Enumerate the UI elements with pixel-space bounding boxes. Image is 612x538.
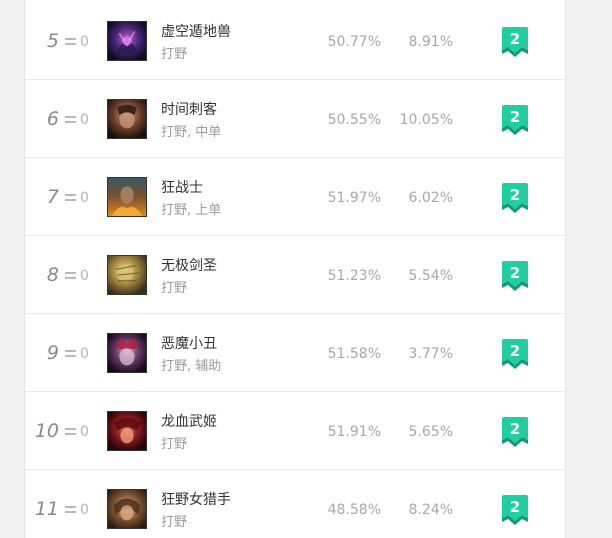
equal-icon bbox=[65, 38, 76, 45]
champion-portrait bbox=[108, 334, 146, 372]
rank-number: 7 bbox=[46, 186, 59, 208]
table-row[interactable]: 11 0 狂野女猎手 打野 48.58% 8.24% 2 bbox=[25, 470, 565, 538]
champion-name[interactable]: 狂战士 bbox=[161, 177, 203, 197]
pick-rate: 5.65% bbox=[408, 424, 453, 440]
rank-change: 0 bbox=[65, 236, 89, 314]
tier-value: 2 bbox=[510, 264, 520, 282]
rank-change: 0 bbox=[65, 314, 89, 392]
rank-number: 10 bbox=[34, 420, 59, 442]
win-rate: 50.77% bbox=[327, 34, 381, 50]
table-row[interactable]: 9 0 恶魔小丑 打野, 辅助 51.58% 3.77% 2 bbox=[25, 314, 565, 392]
rank-change: 0 bbox=[65, 2, 89, 80]
champion-name[interactable]: 时间刺客 bbox=[161, 99, 217, 119]
rank-change-value: 0 bbox=[80, 502, 89, 518]
champion-portrait bbox=[108, 490, 146, 528]
win-rate: 48.58% bbox=[327, 502, 381, 518]
champion-name[interactable]: 虚空遁地兽 bbox=[161, 21, 231, 41]
tier-badge[interactable]: 2 bbox=[501, 494, 529, 525]
tier-value: 2 bbox=[510, 186, 520, 204]
champion-role: 打野 bbox=[161, 47, 188, 62]
rank-number: 6 bbox=[46, 108, 59, 130]
equal-icon bbox=[65, 350, 76, 357]
champion-role: 打野 bbox=[161, 281, 188, 296]
table-row[interactable]: 5 0 虚空遁地兽 打野 50.77% 8.91% 2 bbox=[25, 2, 565, 80]
equal-icon bbox=[65, 116, 76, 123]
rank-change-value: 0 bbox=[80, 268, 89, 284]
rank-change-value: 0 bbox=[80, 190, 89, 206]
champion-avatar[interactable] bbox=[107, 333, 147, 373]
tier-badge[interactable]: 2 bbox=[501, 182, 529, 213]
win-rate: 51.91% bbox=[327, 424, 381, 440]
champion-name[interactable]: 无极剑圣 bbox=[161, 255, 217, 275]
rank-change-value: 0 bbox=[80, 424, 89, 440]
win-rate: 51.58% bbox=[327, 346, 381, 362]
champion-avatar[interactable] bbox=[107, 21, 147, 61]
tier-value: 2 bbox=[510, 420, 520, 438]
equal-icon bbox=[65, 506, 76, 513]
tier-value: 2 bbox=[510, 498, 520, 516]
pick-rate: 8.91% bbox=[408, 34, 453, 50]
rank-number: 11 bbox=[34, 498, 59, 520]
table-row[interactable]: 7 0 狂战士 打野, 上单 51.97% 6.02% 2 bbox=[25, 158, 565, 236]
rank-number: 8 bbox=[46, 264, 59, 286]
champion-portrait bbox=[108, 256, 146, 294]
equal-icon bbox=[65, 194, 76, 201]
tier-badge[interactable]: 2 bbox=[501, 26, 529, 57]
champion-role: 打野, 辅助 bbox=[161, 359, 222, 374]
champion-portrait bbox=[108, 178, 146, 216]
champion-portrait bbox=[108, 22, 146, 60]
champion-portrait bbox=[108, 412, 146, 450]
champion-name[interactable]: 狂野女猎手 bbox=[161, 489, 231, 509]
champion-role: 打野, 中单 bbox=[161, 125, 222, 140]
champion-tier-list: 5 0 虚空遁地兽 打野 50.77% 8.91% 2 6 0 时间刺客 打野,… bbox=[24, 0, 566, 538]
champion-avatar[interactable] bbox=[107, 411, 147, 451]
win-rate: 51.23% bbox=[327, 268, 381, 284]
pick-rate: 10.05% bbox=[399, 112, 453, 128]
champion-name[interactable]: 龙血武姬 bbox=[161, 411, 217, 431]
rank-change: 0 bbox=[65, 392, 89, 470]
pick-rate: 8.24% bbox=[408, 502, 453, 518]
champion-avatar[interactable] bbox=[107, 177, 147, 217]
equal-icon bbox=[65, 428, 76, 435]
champion-avatar[interactable] bbox=[107, 255, 147, 295]
table-row[interactable]: 8 0 无极剑圣 打野 51.23% 5.54% 2 bbox=[25, 236, 565, 314]
pick-rate: 5.54% bbox=[408, 268, 453, 284]
tier-value: 2 bbox=[510, 342, 520, 360]
rank-change-value: 0 bbox=[80, 112, 89, 128]
win-rate: 51.97% bbox=[327, 190, 381, 206]
tier-value: 2 bbox=[510, 108, 520, 126]
rank-change: 0 bbox=[65, 158, 89, 236]
table-row[interactable]: 6 0 时间刺客 打野, 中单 50.55% 10.05% 2 bbox=[25, 80, 565, 158]
rank-change-value: 0 bbox=[80, 34, 89, 50]
tier-badge[interactable]: 2 bbox=[501, 260, 529, 291]
rank-change: 0 bbox=[65, 80, 89, 158]
champion-name[interactable]: 恶魔小丑 bbox=[161, 333, 217, 353]
tier-badge[interactable]: 2 bbox=[501, 338, 529, 369]
rank-change-value: 0 bbox=[80, 346, 89, 362]
win-rate: 50.55% bbox=[327, 112, 381, 128]
tier-badge[interactable]: 2 bbox=[501, 416, 529, 447]
champion-avatar[interactable] bbox=[107, 489, 147, 529]
table-row[interactable]: 10 0 龙血武姬 打野 51.91% 5.65% 2 bbox=[25, 392, 565, 470]
pick-rate: 6.02% bbox=[408, 190, 453, 206]
tier-badge[interactable]: 2 bbox=[501, 104, 529, 135]
champion-role: 打野 bbox=[161, 437, 188, 452]
rank-number: 9 bbox=[46, 342, 59, 364]
champion-role: 打野 bbox=[161, 515, 188, 530]
tier-value: 2 bbox=[510, 30, 520, 48]
equal-icon bbox=[65, 272, 76, 279]
champion-avatar[interactable] bbox=[107, 99, 147, 139]
pick-rate: 3.77% bbox=[408, 346, 453, 362]
rank-change: 0 bbox=[65, 470, 89, 538]
champion-role: 打野, 上单 bbox=[161, 203, 222, 218]
rank-number: 5 bbox=[46, 30, 59, 52]
champion-portrait bbox=[108, 100, 146, 138]
